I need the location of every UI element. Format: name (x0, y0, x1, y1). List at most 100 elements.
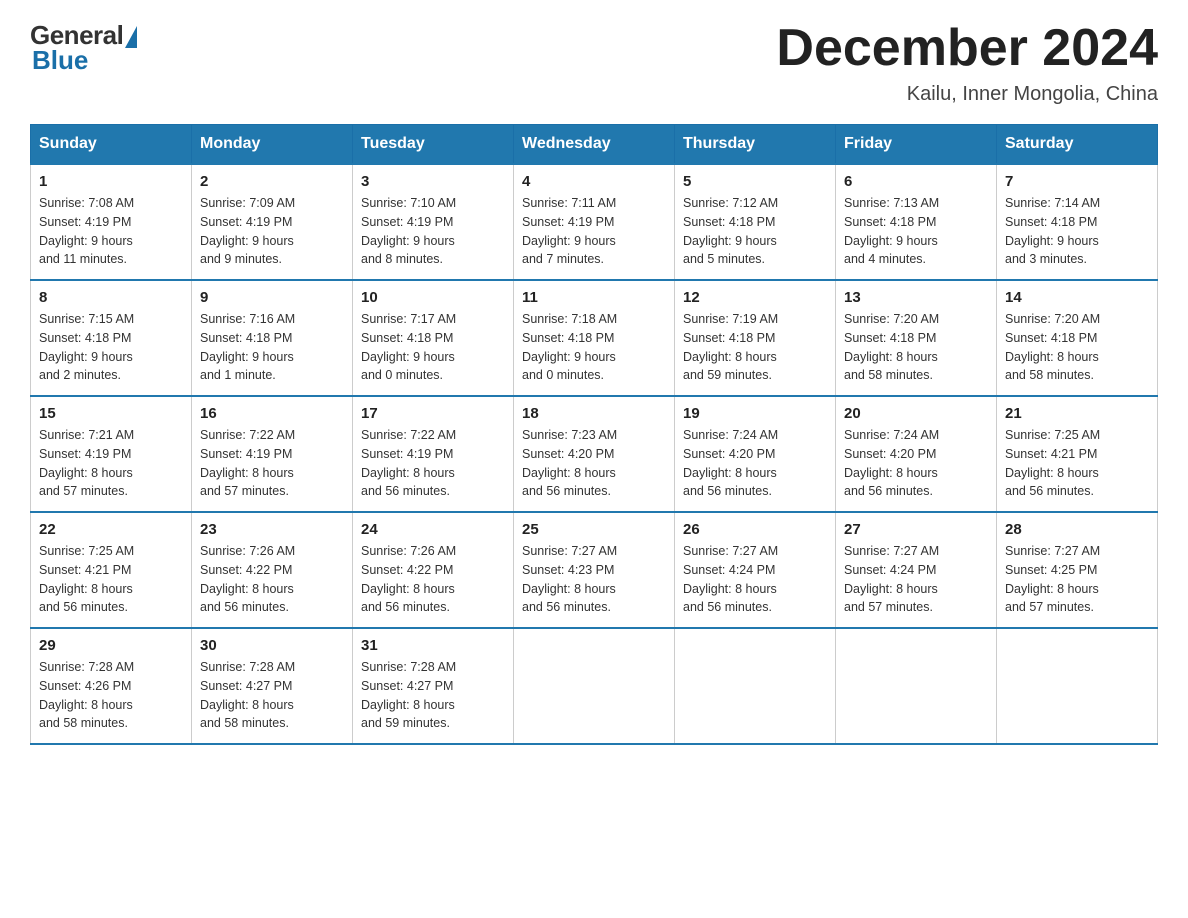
day-info: Sunrise: 7:20 AMSunset: 4:18 PMDaylight:… (1005, 310, 1149, 385)
day-info: Sunrise: 7:17 AMSunset: 4:18 PMDaylight:… (361, 310, 505, 385)
day-number: 18 (522, 405, 666, 422)
day-info: Sunrise: 7:15 AMSunset: 4:18 PMDaylight:… (39, 310, 183, 385)
day-number: 10 (361, 289, 505, 306)
day-info: Sunrise: 7:25 AMSunset: 4:21 PMDaylight:… (39, 542, 183, 617)
calendar-header-row: SundayMondayTuesdayWednesdayThursdayFrid… (31, 125, 1158, 165)
calendar-cell: 28 Sunrise: 7:27 AMSunset: 4:25 PMDayligh… (997, 512, 1158, 628)
day-number: 31 (361, 637, 505, 654)
calendar-cell: 8 Sunrise: 7:15 AMSunset: 4:18 PMDaylight… (31, 280, 192, 396)
day-number: 15 (39, 405, 183, 422)
day-number: 14 (1005, 289, 1149, 306)
day-number: 3 (361, 173, 505, 190)
column-header-saturday: Saturday (997, 125, 1158, 165)
column-header-sunday: Sunday (31, 125, 192, 165)
calendar-cell (836, 628, 997, 744)
calendar-cell: 15Sunrise: 7:21 AMSunset: 4:19 PMDayligh… (31, 396, 192, 512)
day-info: Sunrise: 7:19 AMSunset: 4:18 PMDaylight:… (683, 310, 827, 385)
calendar-cell: 18 Sunrise: 7:23 AMSunset: 4:20 PMDayligh… (514, 396, 675, 512)
day-info: Sunrise: 7:28 AMSunset: 4:26 PMDaylight:… (39, 658, 183, 733)
calendar-cell: 22Sunrise: 7:25 AMSunset: 4:21 PMDayligh… (31, 512, 192, 628)
calendar-cell: 16 Sunrise: 7:22 AMSunset: 4:19 PMDayligh… (192, 396, 353, 512)
calendar-cell: 13 Sunrise: 7:20 AMSunset: 4:18 PMDayligh… (836, 280, 997, 396)
column-header-tuesday: Tuesday (353, 125, 514, 165)
calendar-cell: 21Sunrise: 7:25 AMSunset: 4:21 PMDayligh… (997, 396, 1158, 512)
day-number: 8 (39, 289, 183, 306)
day-number: 1 (39, 173, 183, 190)
calendar-table: SundayMondayTuesdayWednesdayThursdayFrid… (30, 124, 1158, 745)
day-info: Sunrise: 7:09 AMSunset: 4:19 PMDaylight:… (200, 194, 344, 269)
calendar-cell (675, 628, 836, 744)
calendar-week-row: 15Sunrise: 7:21 AMSunset: 4:19 PMDayligh… (31, 396, 1158, 512)
day-info: Sunrise: 7:27 AMSunset: 4:24 PMDaylight:… (844, 542, 988, 617)
day-number: 5 (683, 173, 827, 190)
day-info: Sunrise: 7:18 AMSunset: 4:18 PMDaylight:… (522, 310, 666, 385)
day-number: 29 (39, 637, 183, 654)
calendar-week-row: 8 Sunrise: 7:15 AMSunset: 4:18 PMDaylight… (31, 280, 1158, 396)
calendar-title: December 2024 (776, 20, 1158, 77)
page-header: General Blue December 2024 Kailu, Inner … (30, 20, 1158, 106)
day-info: Sunrise: 7:20 AMSunset: 4:18 PMDaylight:… (844, 310, 988, 385)
calendar-cell: 2 Sunrise: 7:09 AMSunset: 4:19 PMDaylight… (192, 164, 353, 280)
day-number: 27 (844, 521, 988, 538)
calendar-cell: 25Sunrise: 7:27 AMSunset: 4:23 PMDayligh… (514, 512, 675, 628)
title-section: December 2024 Kailu, Inner Mongolia, Chi… (776, 20, 1158, 106)
calendar-cell: 4Sunrise: 7:11 AMSunset: 4:19 PMDaylight… (514, 164, 675, 280)
day-number: 24 (361, 521, 505, 538)
calendar-cell: 1 Sunrise: 7:08 AMSunset: 4:19 PMDaylight… (31, 164, 192, 280)
day-info: Sunrise: 7:28 AMSunset: 4:27 PMDaylight:… (361, 658, 505, 733)
day-number: 2 (200, 173, 344, 190)
logo-triangle-icon (125, 26, 137, 48)
day-number: 6 (844, 173, 988, 190)
day-info: Sunrise: 7:28 AMSunset: 4:27 PMDaylight:… (200, 658, 344, 733)
day-info: Sunrise: 7:22 AMSunset: 4:19 PMDaylight:… (200, 426, 344, 501)
calendar-subtitle: Kailu, Inner Mongolia, China (776, 83, 1158, 106)
day-info: Sunrise: 7:26 AMSunset: 4:22 PMDaylight:… (200, 542, 344, 617)
day-info: Sunrise: 7:14 AMSunset: 4:18 PMDaylight:… (1005, 194, 1149, 269)
day-number: 16 (200, 405, 344, 422)
calendar-cell (514, 628, 675, 744)
day-number: 21 (1005, 405, 1149, 422)
calendar-cell: 17Sunrise: 7:22 AMSunset: 4:19 PMDayligh… (353, 396, 514, 512)
column-header-friday: Friday (836, 125, 997, 165)
calendar-cell: 12 Sunrise: 7:19 AMSunset: 4:18 PMDayligh… (675, 280, 836, 396)
day-info: Sunrise: 7:22 AMSunset: 4:19 PMDaylight:… (361, 426, 505, 501)
day-info: Sunrise: 7:08 AMSunset: 4:19 PMDaylight:… (39, 194, 183, 269)
day-number: 4 (522, 173, 666, 190)
calendar-cell: 20Sunrise: 7:24 AMSunset: 4:20 PMDayligh… (836, 396, 997, 512)
calendar-cell: 23 Sunrise: 7:26 AMSunset: 4:22 PMDayligh… (192, 512, 353, 628)
calendar-cell: 7Sunrise: 7:14 AMSunset: 4:18 PMDaylight… (997, 164, 1158, 280)
calendar-cell: 19Sunrise: 7:24 AMSunset: 4:20 PMDayligh… (675, 396, 836, 512)
day-number: 13 (844, 289, 988, 306)
column-header-thursday: Thursday (675, 125, 836, 165)
calendar-cell: 26Sunrise: 7:27 AMSunset: 4:24 PMDayligh… (675, 512, 836, 628)
calendar-week-row: 22Sunrise: 7:25 AMSunset: 4:21 PMDayligh… (31, 512, 1158, 628)
day-info: Sunrise: 7:10 AMSunset: 4:19 PMDaylight:… (361, 194, 505, 269)
day-info: Sunrise: 7:23 AMSunset: 4:20 PMDaylight:… (522, 426, 666, 501)
day-number: 23 (200, 521, 344, 538)
day-number: 20 (844, 405, 988, 422)
day-info: Sunrise: 7:27 AMSunset: 4:25 PMDaylight:… (1005, 542, 1149, 617)
calendar-cell: 24Sunrise: 7:26 AMSunset: 4:22 PMDayligh… (353, 512, 514, 628)
day-number: 11 (522, 289, 666, 306)
column-header-wednesday: Wednesday (514, 125, 675, 165)
calendar-cell: 5 Sunrise: 7:12 AMSunset: 4:18 PMDaylight… (675, 164, 836, 280)
calendar-cell: 30 Sunrise: 7:28 AMSunset: 4:27 PMDayligh… (192, 628, 353, 744)
day-info: Sunrise: 7:27 AMSunset: 4:24 PMDaylight:… (683, 542, 827, 617)
logo-blue-text: Blue (32, 45, 88, 76)
day-number: 28 (1005, 521, 1149, 538)
day-number: 30 (200, 637, 344, 654)
calendar-cell: 3 Sunrise: 7:10 AMSunset: 4:19 PMDaylight… (353, 164, 514, 280)
calendar-cell: 31 Sunrise: 7:28 AMSunset: 4:27 PMDayligh… (353, 628, 514, 744)
day-info: Sunrise: 7:13 AMSunset: 4:18 PMDaylight:… (844, 194, 988, 269)
column-header-monday: Monday (192, 125, 353, 165)
day-number: 12 (683, 289, 827, 306)
day-info: Sunrise: 7:12 AMSunset: 4:18 PMDaylight:… (683, 194, 827, 269)
calendar-cell: 14 Sunrise: 7:20 AMSunset: 4:18 PMDayligh… (997, 280, 1158, 396)
calendar-cell: 10 Sunrise: 7:17 AMSunset: 4:18 PMDayligh… (353, 280, 514, 396)
calendar-cell: 9Sunrise: 7:16 AMSunset: 4:18 PMDaylight… (192, 280, 353, 396)
calendar-cell: 6 Sunrise: 7:13 AMSunset: 4:18 PMDaylight… (836, 164, 997, 280)
day-info: Sunrise: 7:24 AMSunset: 4:20 PMDaylight:… (683, 426, 827, 501)
calendar-week-row: 29 Sunrise: 7:28 AMSunset: 4:26 PMDayligh… (31, 628, 1158, 744)
calendar-cell: 27 Sunrise: 7:27 AMSunset: 4:24 PMDayligh… (836, 512, 997, 628)
logo: General Blue (30, 20, 137, 76)
